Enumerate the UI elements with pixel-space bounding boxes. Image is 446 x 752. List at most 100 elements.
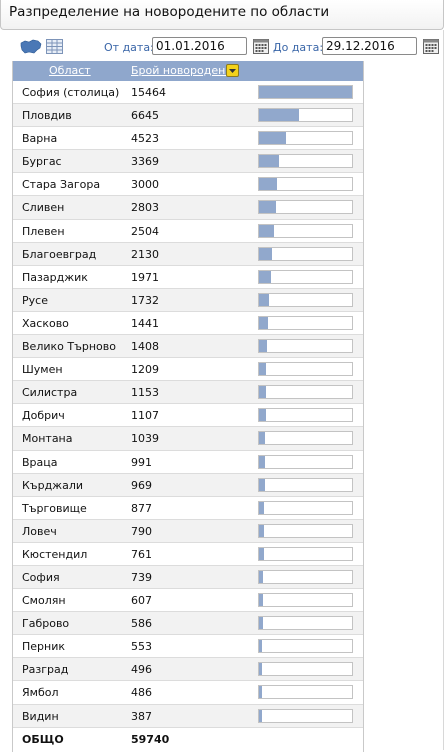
table-row: Варна 4523 bbox=[13, 127, 363, 151]
birth-count: 496 bbox=[131, 663, 152, 677]
region-name: Велико Търново bbox=[22, 340, 116, 354]
region-name: Монтана bbox=[22, 432, 73, 446]
birth-bar bbox=[258, 339, 353, 354]
bulgaria-map-icon[interactable] bbox=[20, 39, 42, 54]
birth-bar-fill bbox=[259, 432, 266, 445]
region-name: Кюстендил bbox=[22, 547, 88, 561]
birth-count: 2504 bbox=[131, 224, 159, 238]
birth-bar bbox=[258, 431, 353, 446]
region-name: Видин bbox=[22, 709, 59, 723]
birth-bar bbox=[258, 154, 353, 169]
birth-count: 1408 bbox=[131, 340, 159, 354]
region-name: Благоевград bbox=[22, 247, 97, 261]
birth-bar-fill bbox=[259, 316, 268, 329]
table-row: Благоевград 2130 bbox=[13, 242, 363, 266]
birth-bar bbox=[258, 408, 353, 423]
birth-bar-fill bbox=[259, 247, 272, 260]
birth-bar bbox=[258, 108, 353, 123]
birth-bar bbox=[258, 569, 353, 584]
calendar-icon[interactable] bbox=[253, 38, 269, 54]
births-table: Област Брой новородени София (столица) 15… bbox=[12, 61, 364, 752]
table-row: Добрич 1107 bbox=[13, 404, 363, 428]
birth-bar-fill bbox=[259, 363, 267, 376]
table-row: Русе 1732 bbox=[13, 288, 363, 312]
birth-count: 991 bbox=[131, 455, 152, 469]
birth-count: 761 bbox=[131, 547, 152, 561]
birth-bar bbox=[258, 639, 353, 654]
region-name: Враца bbox=[22, 455, 58, 469]
region-name: Сливен bbox=[22, 201, 65, 215]
region-name: Търговище bbox=[22, 501, 87, 515]
birth-bar bbox=[258, 131, 353, 146]
birth-bar bbox=[258, 662, 353, 677]
region-name: София (столица) bbox=[22, 86, 120, 99]
birth-bar-fill bbox=[259, 455, 265, 468]
birth-bar-fill bbox=[259, 178, 278, 191]
region-name: Ямбол bbox=[22, 686, 59, 700]
birth-bar bbox=[258, 362, 353, 377]
from-date-input[interactable] bbox=[152, 37, 247, 55]
birth-count: 739 bbox=[131, 570, 152, 584]
calendar-icon[interactable] bbox=[423, 38, 439, 54]
birth-bar-fill bbox=[259, 340, 268, 353]
birth-count: 1153 bbox=[131, 386, 159, 400]
region-name: Стара Загора bbox=[22, 178, 101, 192]
region-name: Силистра bbox=[22, 386, 78, 400]
table-row: Велико Търново 1408 bbox=[13, 335, 363, 359]
birth-count: 1107 bbox=[131, 409, 159, 423]
region-name: Варна bbox=[22, 132, 58, 146]
birth-count: 6645 bbox=[131, 109, 159, 123]
region-column-header[interactable]: Област bbox=[49, 64, 91, 77]
birth-bar-fill bbox=[259, 293, 270, 306]
table-row: Шумен 1209 bbox=[13, 358, 363, 382]
birth-bar-fill bbox=[259, 132, 287, 145]
region-name: София bbox=[22, 570, 60, 584]
birth-bar-fill bbox=[259, 640, 263, 653]
birth-bar-fill bbox=[259, 709, 262, 722]
birth-bar bbox=[258, 315, 353, 330]
filter-toolbar: От дата: До дата: bbox=[0, 36, 446, 60]
table-row: Видин 387 bbox=[13, 704, 363, 728]
table-header: Област Брой новородени bbox=[13, 61, 363, 81]
to-date-input[interactable] bbox=[322, 37, 417, 55]
region-name: Русе bbox=[22, 293, 48, 307]
birth-count: 2803 bbox=[131, 201, 159, 215]
birth-count: 877 bbox=[131, 501, 152, 515]
page-header: Разпределение на новородените по области bbox=[0, 0, 444, 30]
birth-bar bbox=[258, 454, 353, 469]
table-row: Хасково 1441 bbox=[13, 312, 363, 336]
birth-bar bbox=[258, 593, 353, 608]
birth-bar bbox=[258, 523, 353, 538]
table-view-icon[interactable] bbox=[46, 39, 63, 54]
table-row: Перник 553 bbox=[13, 635, 363, 659]
birth-bar-fill bbox=[259, 86, 352, 98]
birth-bar bbox=[258, 685, 353, 700]
region-name: Ловеч bbox=[22, 524, 57, 538]
table-row: Стара Загора 3000 bbox=[13, 173, 363, 197]
total-value: 59740 bbox=[131, 732, 170, 746]
births-column-header[interactable]: Брой новородени bbox=[131, 64, 232, 77]
to-date-label: До дата: bbox=[273, 41, 324, 54]
birth-count: 1971 bbox=[131, 270, 159, 284]
region-name: Добрич bbox=[22, 409, 65, 423]
birth-bar-fill bbox=[259, 686, 262, 699]
birth-count: 790 bbox=[131, 524, 152, 538]
table-row: Плевен 2504 bbox=[13, 220, 363, 243]
region-name: Разград bbox=[22, 663, 69, 677]
birth-bar bbox=[258, 269, 353, 284]
table-row: Бургас 3369 bbox=[13, 150, 363, 174]
birth-bar-fill bbox=[259, 547, 264, 560]
birth-bar-fill bbox=[259, 109, 299, 122]
birth-bar bbox=[258, 385, 353, 400]
region-name: Хасково bbox=[22, 316, 69, 330]
table-row: Търговище 877 bbox=[13, 497, 363, 520]
birth-count: 586 bbox=[131, 617, 152, 631]
table-row: Враца 991 bbox=[13, 451, 363, 474]
sort-dropdown-icon[interactable] bbox=[226, 64, 239, 77]
birth-bar bbox=[258, 177, 353, 192]
table-row: София 739 bbox=[13, 565, 363, 590]
birth-count: 3369 bbox=[131, 155, 159, 169]
birth-count: 969 bbox=[131, 478, 152, 492]
table-row: Пазарджик 1971 bbox=[13, 266, 363, 289]
birth-bar bbox=[258, 616, 353, 631]
